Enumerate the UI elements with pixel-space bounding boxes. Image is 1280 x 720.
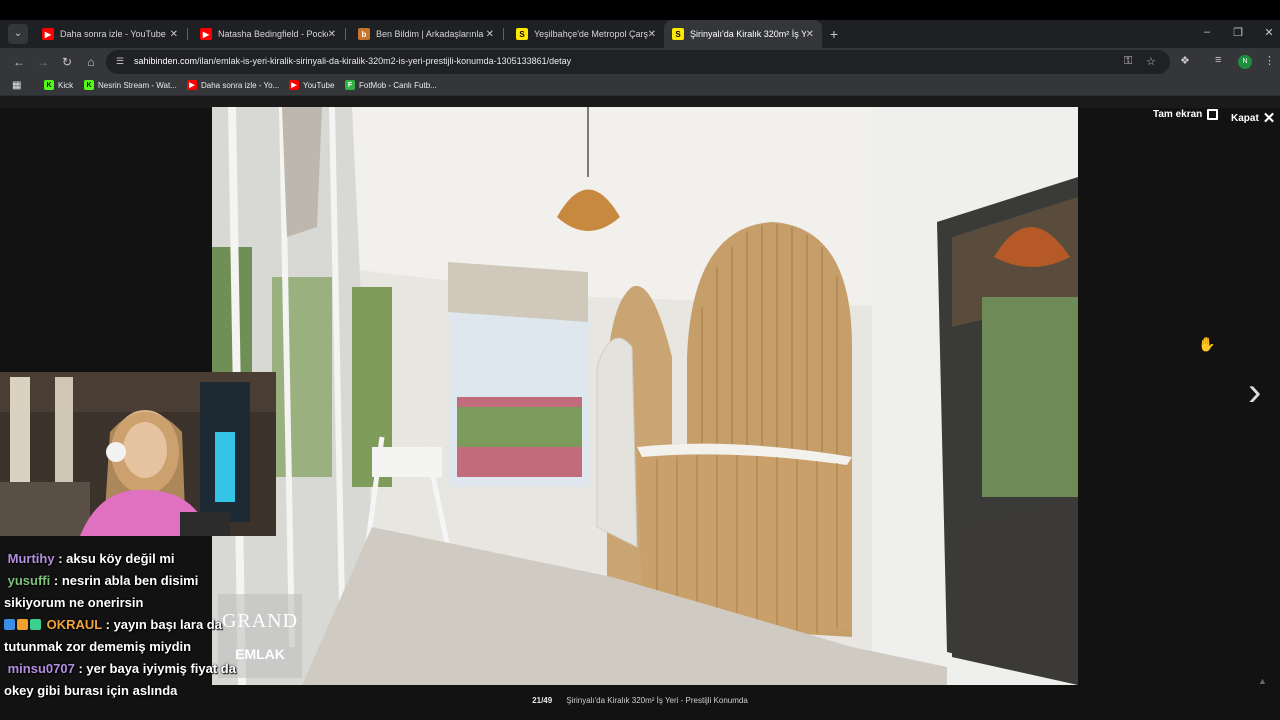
apps-grid-icon[interactable]: ▦: [12, 80, 21, 91]
chat-text: : aksu köy değil mi: [58, 551, 175, 566]
streamer-camera: [0, 372, 276, 536]
extensions-icon[interactable]: ❖: [1180, 54, 1190, 67]
youtube-icon: ▶: [200, 28, 212, 40]
bookmark-label: Kick: [58, 80, 74, 90]
stream-chat: Murtihy : aksu köy değil mi yusuffi : ne…: [4, 548, 252, 702]
close-window-icon[interactable]: ✕: [1259, 26, 1279, 39]
fotmob-icon: F: [345, 80, 355, 90]
bookmark-star-icon[interactable]: ☆: [1146, 55, 1156, 68]
sahibinden-icon: S: [672, 28, 684, 40]
youtube-icon: ▶: [187, 80, 197, 90]
close-tab-icon[interactable]: ✕: [328, 29, 336, 40]
bookmark-nesrin-stream[interactable]: K Nesrin Stream - Wat...: [84, 80, 177, 90]
kick-icon: K: [84, 80, 94, 90]
new-tab-button[interactable]: +: [826, 24, 842, 44]
tab-divider: [345, 28, 346, 40]
url-host: sahibinden.com: [134, 56, 198, 66]
photo-counter: 21/49: [532, 696, 553, 705]
reload-icon[interactable]: ↻: [59, 54, 75, 70]
chat-message: yusuffi : nesrin abla ben disimi sikiyor…: [4, 570, 252, 614]
menu-icon[interactable]: ⋮: [1264, 54, 1275, 67]
bookmarks-bar: ▦ K Kick K Nesrin Stream - Wat... ▶ Daha so…: [0, 76, 1280, 96]
tab-ben-bildim[interactable]: b Ben Bildim | Arkadaşlarınla Onl ✕: [350, 20, 502, 48]
close-tab-icon[interactable]: ✕: [806, 29, 814, 40]
tab-divider: [503, 28, 504, 40]
listing-photo[interactable]: [212, 107, 1078, 685]
chat-message: minsu0707 : yer baya iyiymiş fiyat da ok…: [4, 658, 252, 702]
close-label: Kapat: [1231, 113, 1259, 124]
forward-icon[interactable]: →: [35, 54, 51, 70]
next-photo-button[interactable]: ›: [1248, 372, 1261, 412]
close-tab-icon[interactable]: ✕: [486, 29, 494, 40]
bookmark-watch-later[interactable]: ▶ Daha sonra izle - Yo...: [187, 80, 279, 90]
tab-divider: [187, 28, 188, 40]
tab-metropol-carsisi[interactable]: S Yeşilbahçe'de Metropol Çarşısı ✕: [508, 20, 664, 48]
chat-username: minsu0707: [7, 661, 75, 676]
tab-title: Daha sonra izle - YouTube: [60, 29, 166, 39]
tab-title: Ben Bildim | Arkadaşlarınla Onl: [376, 29, 486, 39]
bookmark-label: YouTube: [303, 80, 335, 90]
room-illustration: [212, 107, 1078, 685]
chat-message: OKRAUL : yayın başı lara da tutunmak zor…: [4, 614, 252, 658]
chat-badge-icon: [17, 619, 28, 630]
close-tab-icon[interactable]: ✕: [648, 29, 656, 40]
tab-title: Yeşilbahçe'de Metropol Çarşısı: [534, 29, 648, 39]
media-controls-icon[interactable]: ≡: [1215, 54, 1221, 66]
tab-title: Natasha Bedingfield - Pocketful: [218, 29, 328, 39]
tab-youtube-watch-later[interactable]: ▶ Daha sonra izle - YouTube ✕: [34, 20, 186, 48]
minimize-icon[interactable]: –: [1197, 26, 1217, 38]
back-icon[interactable]: ←: [11, 54, 27, 70]
url-text[interactable]: sahibinden.com/ilan/emlak-is-yeri-kirali…: [134, 56, 571, 66]
photo-caption: Şirinyalı'da Kiralık 320m² İş Yeri - Pre…: [566, 696, 748, 705]
site-info-icon[interactable]: ☰: [116, 56, 124, 67]
chat-username: yusuffi: [7, 573, 51, 588]
scroll-up-icon[interactable]: ▲: [1258, 676, 1267, 686]
bookmark-label: Nesrin Stream - Wat...: [98, 80, 177, 90]
restore-icon[interactable]: ❐: [1228, 26, 1248, 39]
fullscreen-icon: [1207, 109, 1219, 120]
url-path: /ilan/emlak-is-yeri-kiralik-sirinyali-da…: [197, 56, 572, 66]
chat-message: Murtihy : aksu köy değil mi: [4, 548, 252, 570]
kick-icon: K: [44, 80, 54, 90]
fullscreen-button[interactable]: Tam ekran: [1153, 109, 1219, 120]
browser-toolbar: ← → ↻ ⌂ ☰ sahibinden.com/ilan/emlak-is-y…: [0, 48, 1280, 76]
close-lightbox-button[interactable]: Kapat ✕: [1231, 109, 1275, 127]
tab-sirinyali-kiralik[interactable]: S Şirinyalı'da Kiralık 320m² İş Yeri ✕: [664, 20, 822, 48]
password-key-icon[interactable]: ⚿: [1124, 55, 1132, 68]
close-tab-icon[interactable]: ✕: [170, 29, 178, 40]
webcam-overlay: [0, 372, 276, 536]
bookmark-fotmob[interactable]: F FotMob - Canlı Futb...: [345, 80, 437, 90]
close-icon: ✕: [1262, 110, 1276, 127]
chat-username: Murtihy: [7, 551, 55, 566]
tab-title: Şirinyalı'da Kiralık 320m² İş Yeri: [690, 29, 806, 39]
tab-strip: ⌄ ▶ Daha sonra izle - YouTube ✕ ▶ Natash…: [0, 0, 1280, 48]
bookmark-label: FotMob - Canlı Futb...: [359, 80, 437, 90]
sahibinden-icon: S: [516, 28, 528, 40]
home-icon[interactable]: ⌂: [83, 54, 99, 70]
chat-badge-icon: [4, 619, 15, 630]
benbildim-icon: b: [358, 28, 370, 40]
youtube-icon: ▶: [289, 80, 299, 90]
top-black-bar: [0, 0, 1280, 20]
chat-username: OKRAUL: [46, 617, 102, 632]
fullscreen-label: Tam ekran: [1153, 109, 1203, 120]
youtube-icon: ▶: [42, 28, 54, 40]
screen: ⌄ ▶ Daha sonra izle - YouTube ✕ ▶ Natash…: [0, 0, 1280, 720]
tab-natasha-bedingfield[interactable]: ▶ Natasha Bedingfield - Pocketful ✕: [192, 20, 344, 48]
address-bar[interactable]: ☰ sahibinden.com/ilan/emlak-is-yeri-kira…: [106, 50, 1170, 74]
bookmark-label: Daha sonra izle - Yo...: [201, 80, 280, 90]
tab-search-button[interactable]: ⌄: [8, 24, 28, 44]
profile-avatar[interactable]: N: [1238, 55, 1252, 69]
chat-badge-icon: [30, 619, 41, 630]
hand-cursor-icon: ✋: [1198, 336, 1216, 352]
bookmark-kick[interactable]: K Kick: [44, 80, 73, 90]
bookmark-youtube[interactable]: ▶ YouTube: [289, 80, 334, 90]
